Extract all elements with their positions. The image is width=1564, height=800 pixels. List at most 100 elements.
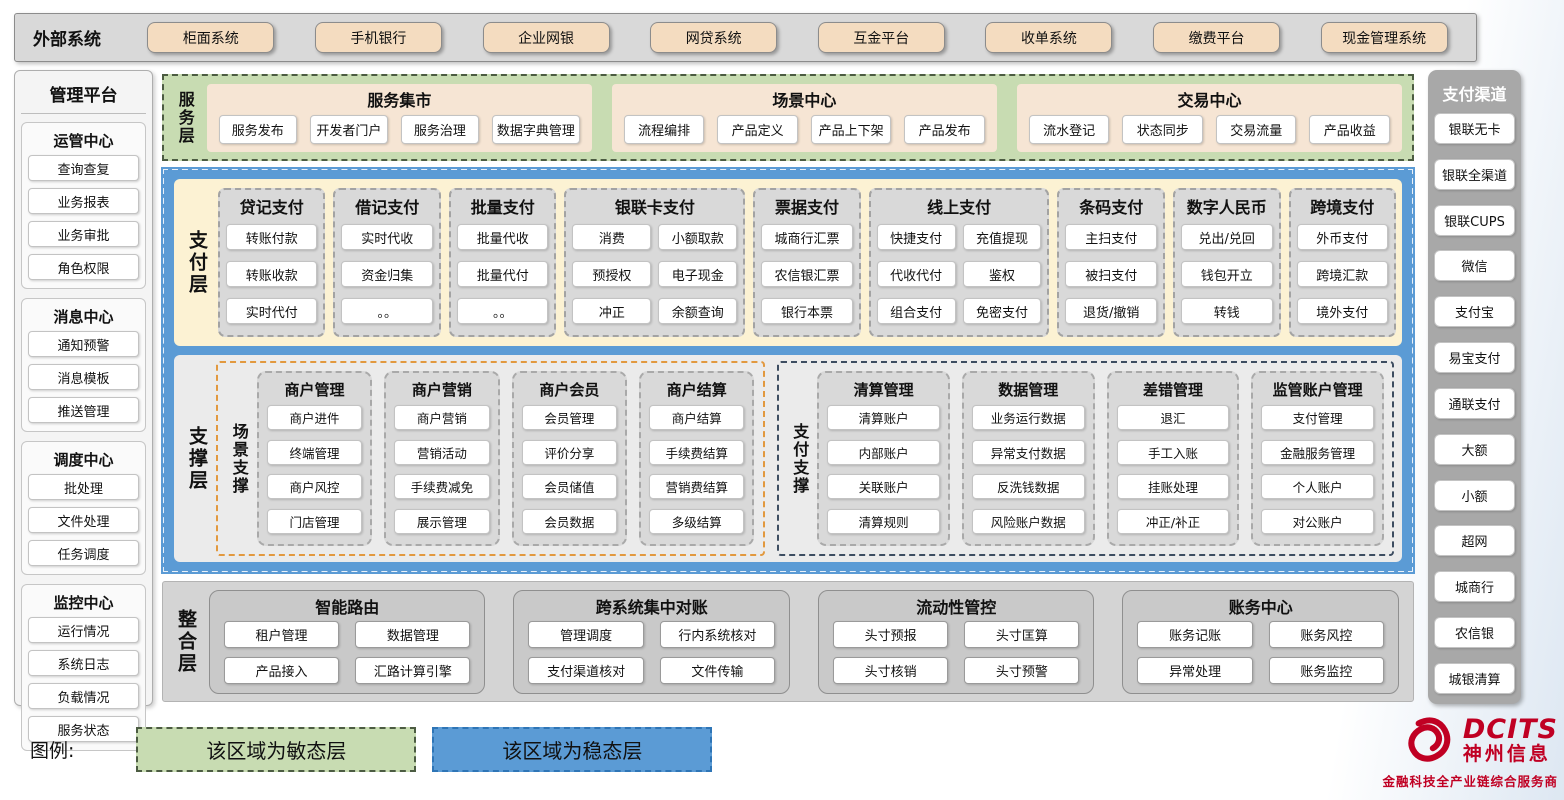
integration-item-box: 头寸预警: [964, 657, 1079, 684]
support-item-box: 风险账户数据: [972, 509, 1085, 534]
support-group-title: 商户管理: [267, 379, 362, 400]
service-item-box: 流水登记: [1029, 115, 1110, 144]
integration-item-box: 头寸匡算: [964, 621, 1079, 648]
support-item-box: 反洗钱数据: [972, 474, 1085, 499]
management-item-box: 角色权限: [28, 254, 139, 280]
integration-item-box: 行内系统核对: [660, 621, 775, 648]
payment-item-box: 转账收款: [226, 261, 318, 287]
support-group: 差错管理 退汇 手工入账 挂账处理: [1107, 371, 1240, 546]
legend-items: 该区域为敏态层 该区域为稳态层: [136, 727, 712, 772]
integration-layer-label: 整合层: [175, 609, 195, 675]
integration-item-box: 汇路计算引擎: [355, 657, 470, 684]
payment-item-box: 实时代付: [226, 298, 318, 324]
integration-item-box: 租户管理: [224, 621, 339, 648]
payment-item-box: 余额查询: [658, 298, 737, 324]
payment-item-box: 银行本票: [761, 298, 853, 324]
integration-item-box: 支付渠道核对: [528, 657, 643, 684]
payment-channel-box: 银联无卡: [1434, 113, 1515, 144]
legend-box: 该区域为敏态层: [136, 727, 416, 772]
service-group-title: 交易中心: [1029, 87, 1390, 111]
management-item-box: 消息模板: [28, 364, 139, 390]
payment-channel-box: 城银清算: [1434, 663, 1515, 694]
service-item-box: 状态同步: [1122, 115, 1203, 144]
management-item-box: 业务报表: [28, 188, 139, 214]
support-item-box: 关联账户: [827, 474, 940, 499]
support-item-box: 手续费结算: [649, 440, 744, 465]
support-item-box: 多级结算: [649, 509, 744, 534]
payment-item-box: 小额取款: [658, 224, 737, 250]
external-system-box: 网贷系统: [650, 22, 777, 53]
management-sections: 运管中心 查询查复 业务报表 业务审批 角色权限: [21, 122, 146, 751]
payment-item-box: 组合支付: [877, 298, 956, 324]
payment-group: 批量支付 批量代收 批量代付 。。: [449, 188, 557, 337]
integration-group: 流动性管控 头寸预报 头寸匡算 头寸核销 头寸预警: [818, 590, 1095, 694]
payment-item-box: 城商行汇票: [761, 224, 853, 250]
payment-item-box: 批量代收: [457, 224, 549, 250]
external-system-box: 手机银行: [315, 22, 442, 53]
integration-item-box: 头寸核销: [833, 657, 948, 684]
legend-label: 图例:: [30, 736, 74, 763]
integration-layer: 整合层 智能路由 租户管理 数据管理 产品接入 汇路计算引擎: [162, 581, 1414, 702]
support-group: 商户管理 商户进件 终端管理 商户风控: [257, 371, 372, 546]
integration-item-box: 头寸预报: [833, 621, 948, 648]
service-group-title: 服务集市: [219, 87, 580, 111]
external-systems-label: 外部系统: [33, 25, 101, 50]
payment-channel-box: 易宝支付: [1434, 342, 1515, 373]
support-item-box: 评价分享: [522, 440, 617, 465]
payment-group-items: 消费 小额取款 预授权 电子现金 冲正 余额查询: [572, 220, 737, 328]
support-item-box: 手续费减免: [394, 474, 489, 499]
dcits-brand: DCITS: [1463, 716, 1558, 743]
integration-item-box: 文件传输: [660, 657, 775, 684]
support-zone: 支付支撑 清算管理 清算账户: [777, 361, 1395, 556]
service-item-box: 产品上下架: [811, 115, 892, 144]
support-item-box: 会员数据: [522, 509, 617, 534]
management-item-box: 负载情况: [28, 683, 139, 709]
service-groups: 服务集市 服务发布 开发者门户 服务治理 数据字典管理: [207, 84, 1402, 152]
service-group-items: 流水登记 状态同步 交易流量 产品收益: [1029, 115, 1390, 144]
management-item-box: 批处理: [28, 474, 139, 500]
payment-channel-box: 支付宝: [1434, 296, 1515, 327]
payment-group-items: 快捷支付 充值提现 代收代付 鉴权 组合支付 免密支付: [877, 220, 1042, 328]
support-item-box: 展示管理: [394, 509, 489, 534]
support-zone-groups: 清算管理 清算账户 内部账户 关联账户: [817, 371, 1384, 546]
payment-group: 条码支付 主扫支付 被扫支付 退货/撤销: [1057, 188, 1165, 337]
payment-group-title: 贷记支付: [226, 194, 318, 218]
management-item-box: 推送管理: [28, 397, 139, 423]
support-group-title: 商户结算: [649, 379, 744, 400]
support-item-box: 商户进件: [267, 405, 362, 430]
management-platform-title: 管理平台: [21, 76, 146, 114]
payment-channel-box: 超网: [1434, 525, 1515, 556]
payment-channel-box: 城商行: [1434, 571, 1515, 602]
dcits-swirl-icon: [1399, 715, 1457, 767]
support-zones: 场景支撑 商户管理 商户进件: [216, 361, 1394, 556]
support-group-title: 商户营销: [394, 379, 489, 400]
payment-group-title: 银联卡支付: [572, 194, 737, 218]
payment-channels-title: 支付渠道: [1434, 81, 1515, 105]
integration-group-title: 跨系统集中对账: [528, 594, 775, 618]
support-group-items: 商户进件 终端管理 商户风控 门店管理: [267, 403, 362, 536]
external-system-box: 柜面系统: [147, 22, 274, 53]
payment-group-items: 批量代收 批量代付 。。: [457, 220, 549, 328]
management-section-title: 运管中心: [28, 130, 139, 151]
management-item-box: 通知预警: [28, 331, 139, 357]
dcits-logo-row: DCITS 神州信息: [1368, 715, 1558, 767]
support-group-items: 商户营销 营销活动 手续费减免 展示管理: [394, 403, 489, 536]
support-item-box: 终端管理: [267, 440, 362, 465]
integration-item-box: 异常处理: [1137, 657, 1252, 684]
payment-group-title: 借记支付: [341, 194, 433, 218]
integration-item-box: 账务记账: [1137, 621, 1252, 648]
management-section-items: 通知预警 消息模板 推送管理: [28, 331, 139, 423]
support-item-box: 金融服务管理: [1261, 440, 1374, 465]
payment-group-title: 票据支付: [761, 194, 853, 218]
payment-groups: 贷记支付 转账付款 转账收款 实时代付 借记支: [218, 188, 1396, 337]
management-section-items: 批处理 文件处理 任务调度: [28, 474, 139, 566]
integration-group-title: 流动性管控: [833, 594, 1080, 618]
management-item-box: 业务审批: [28, 221, 139, 247]
support-zone-groups: 商户管理 商户进件 终端管理 商户风控: [257, 371, 755, 546]
payment-group-title: 条码支付: [1065, 194, 1157, 218]
payment-group-title: 数字人民币: [1181, 194, 1273, 218]
management-section-title: 调度中心: [28, 449, 139, 470]
payment-item-box: 外币支付: [1297, 224, 1389, 250]
support-item-box: 个人账户: [1261, 474, 1374, 499]
support-item-box: 冲正/补正: [1117, 509, 1230, 534]
